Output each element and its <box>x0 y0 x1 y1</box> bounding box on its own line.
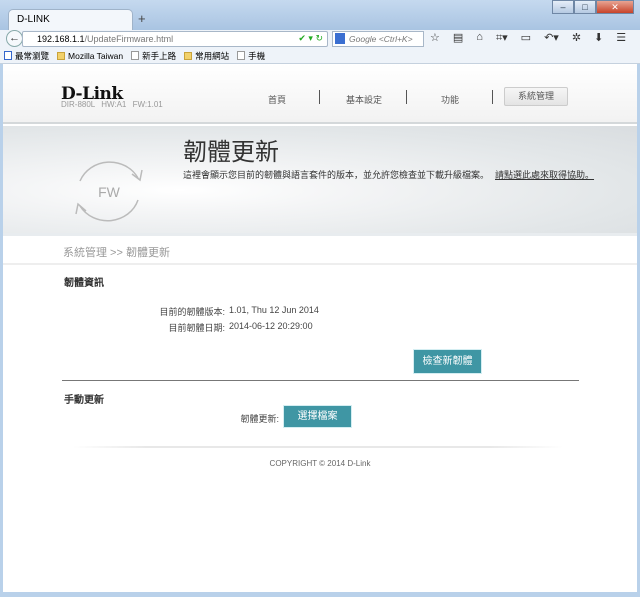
download-icon[interactable]: ⬇ <box>594 31 603 45</box>
page-banner: FW 韌體更新 這裡會顯示您目前的韌體與語言套件的版本，並允許您檢查並下載升級檔… <box>3 126 637 236</box>
menu-icon[interactable]: ☰ <box>616 31 626 45</box>
nav-management[interactable]: 系統管理 <box>504 87 568 106</box>
maximize-icon[interactable]: □ <box>574 0 596 14</box>
bookmark-label: 新手上路 <box>142 50 177 61</box>
search-placeholder: Google <Ctrl+K> <box>349 34 413 44</box>
copyright: COPYRIGHT © 2014 D-Link <box>269 459 371 468</box>
bookmark-star-icon[interactable]: ☆ <box>430 31 440 45</box>
bookmark-item[interactable]: Mozilla Taiwan <box>57 51 123 61</box>
toolbar-icons: ☆ ▤ ⌂ ⌗▾ ▭ ↶▾ ✲ ⬇ ☰ <box>430 31 626 45</box>
url-bar[interactable]: 192.168.1.1/UpdateFirmware.html ✔ ▾ ↻ <box>22 31 328 47</box>
bookmark-item[interactable]: 手機 <box>237 50 265 62</box>
reload-icon[interactable]: ✔ ▾ ↻ <box>298 33 323 44</box>
crop-icon[interactable]: ⌗▾ <box>496 31 508 45</box>
device-info: DIR-880L HW:A1 FW:1.01 <box>61 100 163 109</box>
url-host: 192.168.1.1 <box>37 34 85 44</box>
bookmark-item[interactable]: 新手上路 <box>131 50 176 62</box>
check-firmware-button[interactable]: 檢查新韌體 <box>413 349 482 374</box>
bookmarks-bar: 最常瀏覽 Mozilla Taiwan 新手上路 常用網站 手機 <box>0 48 640 64</box>
help-link[interactable]: 請點選此處來取得協助。 <box>495 170 594 180</box>
home-icon[interactable]: ⌂ <box>476 31 483 45</box>
page-icon <box>237 51 246 60</box>
version-value: 1.01, Thu 12 Jun 2014 <box>229 305 319 315</box>
nav-separator <box>406 90 407 104</box>
page-title: 韌體更新 <box>183 138 279 166</box>
page-description: 這裡會顯示您目前的韌體與語言套件的版本，並允許您檢查並下載升級檔案。 請點選此處來… <box>183 168 594 181</box>
window-controls: – □ ✕ <box>552 0 634 14</box>
router-header: D-Link DIR-880L HW:A1 FW:1.01 首頁 基本設定 功能… <box>3 64 637 124</box>
description-text: 這裡會顯示您目前的韌體與語言套件的版本，並允許您檢查並下載升級檔案。 <box>183 170 490 180</box>
breadcrumb: 系統管理 >> 韌體更新 <box>63 247 170 259</box>
close-icon[interactable]: ✕ <box>596 0 634 14</box>
nav-separator <box>492 90 493 104</box>
bookmark-label: 最常瀏覽 <box>15 50 50 61</box>
fw-version: FW:1.01 <box>132 100 163 109</box>
minimize-icon[interactable]: – <box>552 0 574 14</box>
clipboard-icon[interactable]: ▤ <box>453 31 463 45</box>
browser-tab[interactable]: D-LINK <box>8 9 133 31</box>
google-icon <box>335 33 345 44</box>
back-button[interactable]: ← <box>6 30 23 47</box>
bookmark-item[interactable]: 最常瀏覽 <box>4 50 49 62</box>
web-page: D-Link DIR-880L HW:A1 FW:1.01 首頁 基本設定 功能… <box>3 64 637 592</box>
manual-update-title: 手動更新 <box>64 395 104 406</box>
hw-version: HW:A1 <box>101 100 127 109</box>
firmware-upload-label: 韌體更新: <box>240 414 279 424</box>
bookmark-label: 手機 <box>248 50 266 61</box>
divider <box>3 263 637 265</box>
date-label: 目前韌體日期: <box>168 323 225 333</box>
bookmark-label: Mozilla Taiwan <box>68 50 124 61</box>
nav-features[interactable]: 功能 <box>441 93 459 106</box>
firmware-refresh-icon: FW <box>75 161 143 222</box>
nav-basic-settings[interactable]: 基本設定 <box>346 93 382 106</box>
undo-icon[interactable]: ↶▾ <box>544 31 559 45</box>
date-value: 2014-06-12 20:29:00 <box>229 321 313 331</box>
url-path: /UpdateFirmware.html <box>84 34 174 44</box>
firmware-info-title: 韌體資訊 <box>64 278 104 289</box>
fw-label: FW <box>98 184 121 200</box>
bookmark-icon <box>4 51 12 60</box>
page-icon <box>131 51 140 60</box>
folder-icon <box>184 51 193 60</box>
nav-separator <box>319 90 320 104</box>
choose-file-button[interactable]: 選擇檔案 <box>283 405 352 428</box>
chat-icon[interactable]: ▭ <box>521 31 531 45</box>
tab-title: D-LINK <box>17 14 50 25</box>
folder-icon <box>57 51 66 60</box>
new-tab-button[interactable]: + <box>138 11 146 26</box>
model: DIR-880L <box>61 100 95 109</box>
nav-home[interactable]: 首頁 <box>268 93 286 106</box>
bookmark-item[interactable]: 常用網站 <box>184 50 229 62</box>
section-divider <box>62 380 579 381</box>
search-input[interactable]: Google <Ctrl+K> <box>332 31 424 47</box>
bookmark-label: 常用網站 <box>195 50 230 61</box>
version-label: 目前的韌體版本: <box>159 307 225 317</box>
footer-divider <box>73 446 563 448</box>
addon-icon[interactable]: ✲ <box>572 31 581 45</box>
